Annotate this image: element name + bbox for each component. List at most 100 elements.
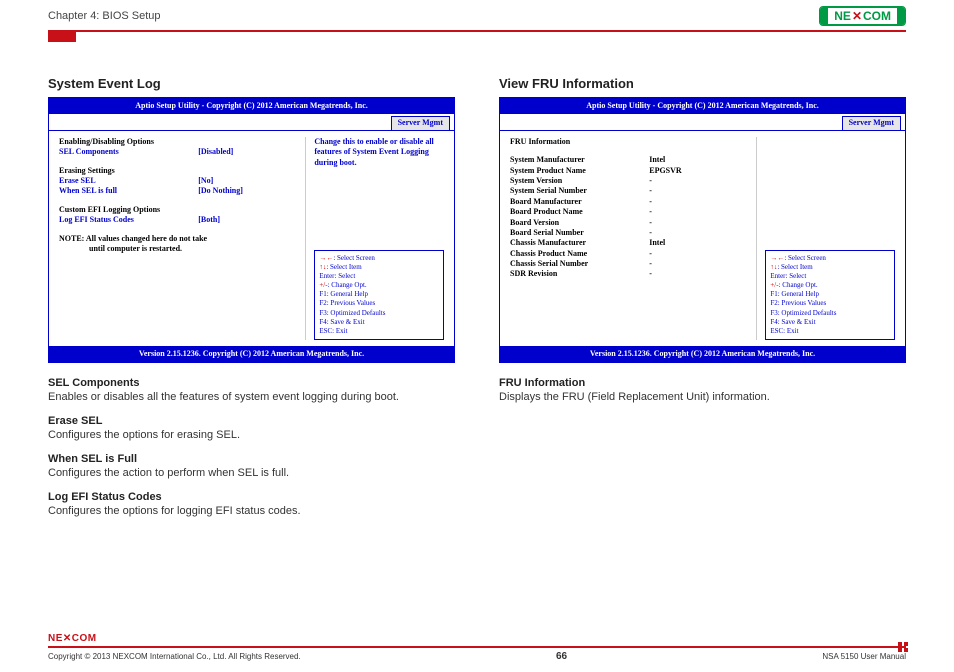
desc-heading: FRU Information: [499, 377, 906, 389]
footer-page-number: 66: [556, 651, 567, 662]
row-value: -: [649, 186, 756, 196]
row-value: -: [649, 207, 756, 217]
row-value: Intel: [649, 238, 756, 248]
page-footer: NE✕COM Copyright © 2013 NEXCOM Internati…: [0, 633, 954, 662]
nav-desc: : Change Opt.: [779, 281, 818, 289]
row-value: EPGSVR: [649, 166, 756, 176]
desc-heading: Log EFI Status Codes: [48, 491, 455, 503]
nav-desc: : Select Item: [777, 263, 812, 271]
footer-rule: [48, 646, 906, 648]
nav-line: Enter: Select: [770, 272, 890, 281]
nav-key: →←: [770, 254, 784, 262]
desc-heading: Erase SEL: [48, 415, 455, 427]
row-label: Log EFI Status Codes: [59, 215, 198, 225]
nav-line: F3: Optimized Defaults: [770, 309, 890, 318]
bios-tab-server-mgmt[interactable]: Server Mgmt: [391, 116, 450, 129]
row-when-sel-full[interactable]: When SEL is full [Do Nothing]: [59, 186, 305, 196]
row-label: When SEL is full: [59, 186, 198, 196]
nav-line: F2: Previous Values: [319, 299, 439, 308]
row-label: Board Product Name: [510, 207, 649, 217]
fru-row: Chassis ManufacturerIntel: [510, 238, 756, 248]
row-value: [Both]: [198, 215, 305, 225]
group-fru-info: FRU Information: [510, 137, 756, 147]
bios-tab-row: Server Mgmt: [49, 114, 454, 130]
row-label: SDR Revision: [510, 269, 649, 279]
bios-tab-row: Server Mgmt: [500, 114, 905, 130]
footer-manual-name: NSA 5150 User Manual: [822, 652, 906, 661]
row-label: System Manufacturer: [510, 155, 649, 165]
bios-right-pane: →←: Select Screen ↑↓: Select Item Enter:…: [756, 137, 895, 340]
content-area: System Event Log Aptio Setup Utility - C…: [0, 32, 954, 529]
nav-line: F1: General Help: [770, 290, 890, 299]
row-value: -: [649, 259, 756, 269]
desc-text: Displays the FRU (Field Replacement Unit…: [499, 390, 906, 405]
fru-row: Board Version-: [510, 218, 756, 228]
fru-row: System Product NameEPGSVR: [510, 166, 756, 176]
bios-tab-server-mgmt[interactable]: Server Mgmt: [842, 116, 901, 129]
fru-row: Chassis Serial Number-: [510, 259, 756, 269]
desc-text: Enables or disables all the features of …: [48, 390, 455, 405]
brand-logo: NE✕COM: [819, 6, 906, 26]
bios-body: Enabling/Disabling Options SEL Component…: [49, 131, 454, 346]
nav-line: F2: Previous Values: [770, 299, 890, 308]
desc-heading: When SEL is Full: [48, 453, 455, 465]
row-value: [No]: [198, 176, 305, 186]
note-line-2: until computer is restarted.: [59, 244, 305, 254]
page-header: Chapter 4: BIOS Setup NE✕COM: [0, 0, 954, 28]
fru-row: Chassis Product Name-: [510, 249, 756, 259]
bios-help-text: Change this to enable or disable all fea…: [314, 137, 444, 168]
nav-line: F3: Optimized Defaults: [319, 309, 439, 318]
nav-line: Enter: Select: [319, 272, 439, 281]
fru-row: Board Serial Number-: [510, 228, 756, 238]
desc-text: Configures the action to perform when SE…: [48, 466, 455, 481]
desc-text: Configures the options for erasing SEL.: [48, 428, 455, 443]
nav-line: F1: General Help: [319, 290, 439, 299]
nav-desc: : Select Screen: [333, 254, 375, 262]
bios-footer-bar: Version 2.15.1236. Copyright (C) 2012 Am…: [49, 346, 454, 362]
bios-footer-bar: Version 2.15.1236. Copyright (C) 2012 Am…: [500, 346, 905, 362]
nav-line: F4: Save & Exit: [770, 318, 890, 327]
row-label: System Serial Number: [510, 186, 649, 196]
fru-row: System Serial Number-: [510, 186, 756, 196]
nav-line: F4: Save & Exit: [319, 318, 439, 327]
column-right: View FRU Information Aptio Setup Utility…: [499, 76, 906, 519]
bios-nav-keys: →←: Select Screen ↑↓: Select Item Enter:…: [314, 250, 444, 340]
header-tab: [48, 30, 76, 42]
row-label: Chassis Serial Number: [510, 259, 649, 269]
section-title-left: System Event Log: [48, 76, 455, 91]
bios-left-pane: Enabling/Disabling Options SEL Component…: [59, 137, 305, 340]
fru-row: System ManufacturerIntel: [510, 155, 756, 165]
row-label: System Product Name: [510, 166, 649, 176]
row-value: -: [649, 228, 756, 238]
section-title-right: View FRU Information: [499, 76, 906, 91]
bios-nav-keys: →←: Select Screen ↑↓: Select Item Enter:…: [765, 250, 895, 340]
group-custom-efi: Custom EFI Logging Options: [59, 205, 305, 215]
row-label: System Version: [510, 176, 649, 186]
bios-panel-left: Aptio Setup Utility - Copyright (C) 2012…: [48, 97, 455, 363]
row-value: -: [649, 176, 756, 186]
fru-row: System Version-: [510, 176, 756, 186]
desc-heading: SEL Components: [48, 377, 455, 389]
nav-key: +/-: [770, 281, 778, 289]
bios-body: FRU Information System ManufacturerIntel…: [500, 131, 905, 346]
nav-line: ESC: Exit: [319, 327, 439, 336]
row-label: Board Serial Number: [510, 228, 649, 238]
row-value: [Disabled]: [198, 147, 305, 157]
row-label: Erase SEL: [59, 176, 198, 186]
row-erase-sel[interactable]: Erase SEL [No]: [59, 176, 305, 186]
group-erasing: Erasing Settings: [59, 166, 305, 176]
nav-desc: : Select Screen: [784, 254, 826, 262]
note-line-1: NOTE: All values changed here do not tak…: [59, 234, 305, 244]
desc-text: Configures the options for logging EFI s…: [48, 504, 455, 519]
row-value: -: [649, 218, 756, 228]
row-log-efi[interactable]: Log EFI Status Codes [Both]: [59, 215, 305, 225]
nav-line: ESC: Exit: [770, 327, 890, 336]
nav-desc: : Select Item: [326, 263, 361, 271]
row-sel-components[interactable]: SEL Components [Disabled]: [59, 147, 305, 157]
desc-block-right: FRU Information Displays the FRU (Field …: [499, 377, 906, 405]
row-value: -: [649, 197, 756, 207]
row-value: -: [649, 249, 756, 259]
fru-row: Board Product Name-: [510, 207, 756, 217]
nav-key: +/-: [319, 281, 327, 289]
column-left: System Event Log Aptio Setup Utility - C…: [48, 76, 455, 519]
